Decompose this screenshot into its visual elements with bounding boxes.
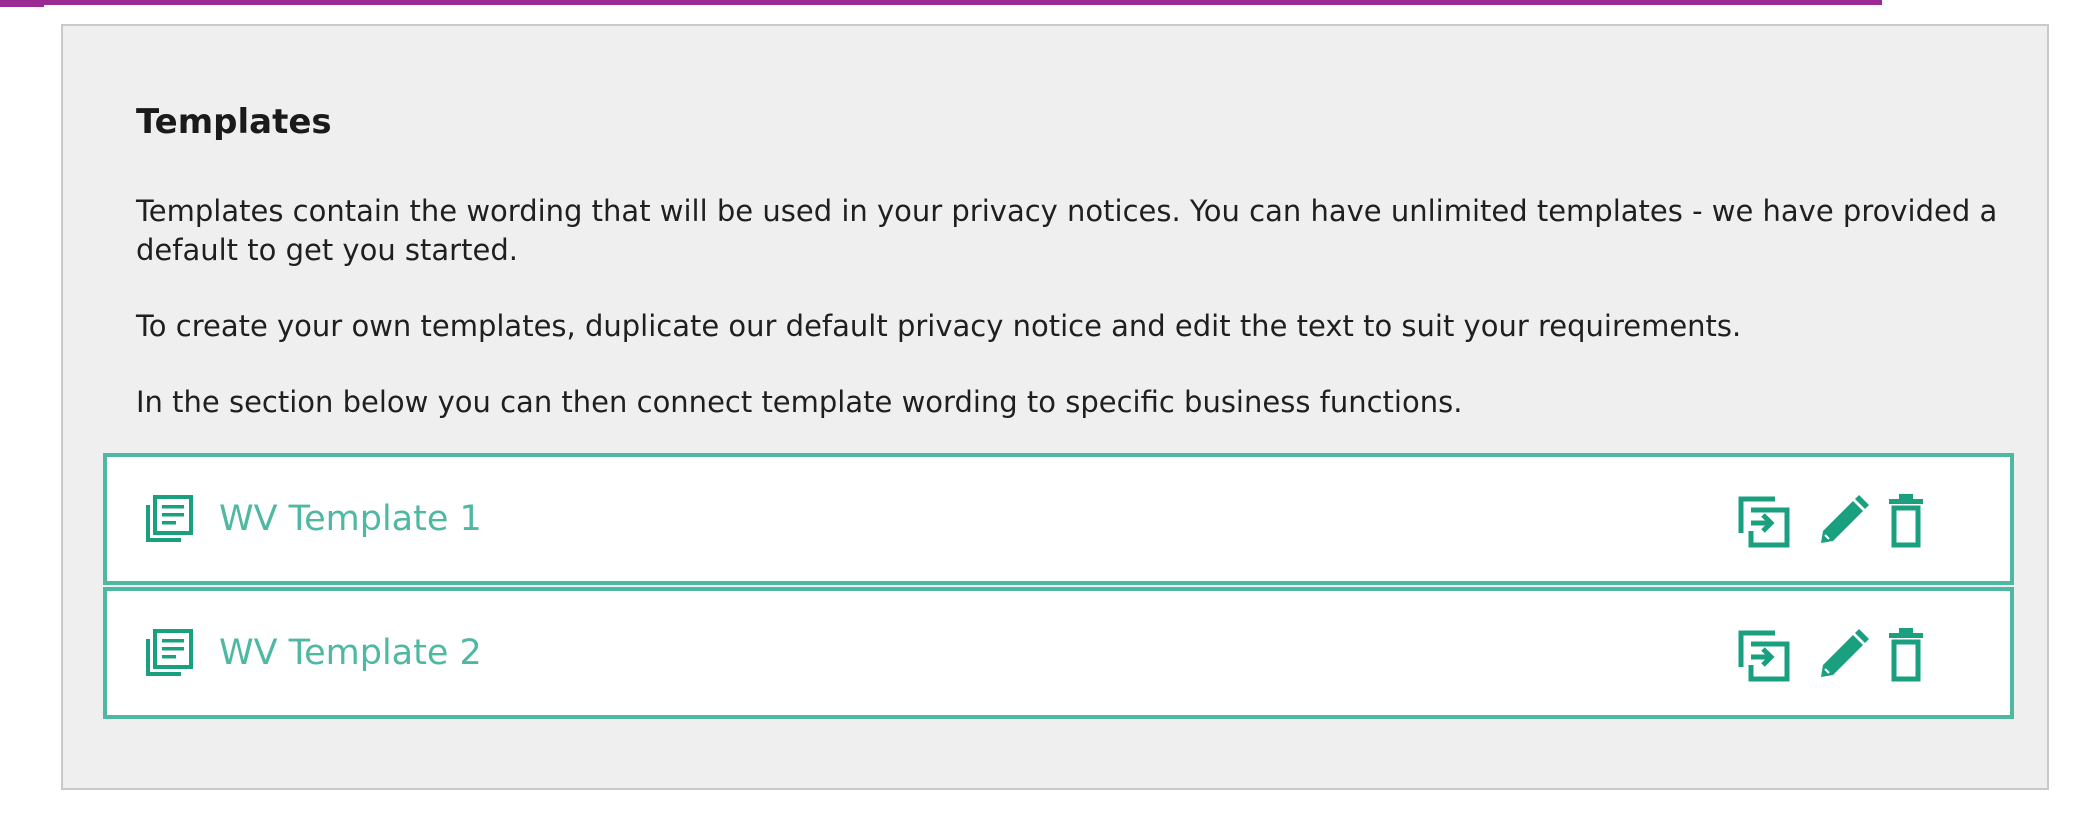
duplicate-icon[interactable] [1737, 493, 1793, 549]
template-list: WV Template 1 WV Template 2 [103, 453, 2014, 719]
pencil-icon[interactable] [1815, 627, 1871, 683]
intro-paragraph: Templates contain the wording that will … [136, 194, 1998, 267]
section-title: Templates [136, 102, 332, 142]
instructions-paragraph: To create your own templates, duplicate … [136, 309, 1742, 343]
template-name-link[interactable]: WV Template 2 [219, 629, 482, 677]
trash-icon[interactable] [1885, 493, 1941, 549]
connect-paragraph: In the section below you can then connec… [136, 385, 1463, 419]
template-row: WV Template 2 [103, 587, 2014, 719]
template-actions [1737, 493, 1987, 549]
template-row: WV Template 1 [103, 453, 2014, 585]
document-list-icon [143, 493, 195, 545]
document-list-icon [143, 627, 195, 679]
templates-panel: Templates Templates contain the wording … [61, 24, 2049, 790]
template-name-link[interactable]: WV Template 1 [219, 495, 482, 543]
top-accent-notch [0, 0, 44, 7]
template-actions [1737, 627, 1987, 683]
trash-icon[interactable] [1885, 627, 1941, 683]
duplicate-icon[interactable] [1737, 627, 1793, 683]
top-accent-bar [0, 0, 1882, 5]
pencil-icon[interactable] [1815, 493, 1871, 549]
